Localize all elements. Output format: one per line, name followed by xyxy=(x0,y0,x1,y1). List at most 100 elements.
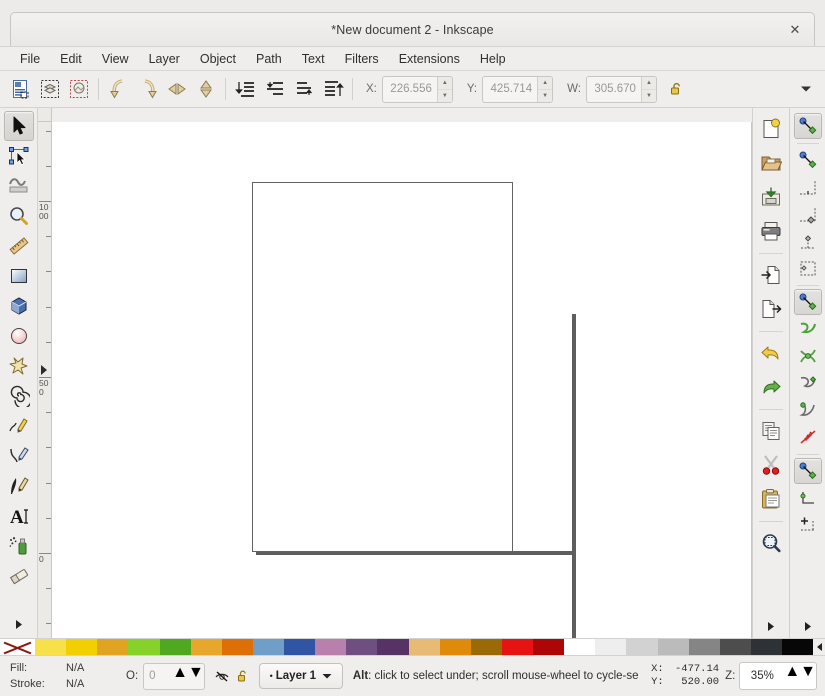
menu-text[interactable]: Text xyxy=(292,49,335,69)
rectangle-tool[interactable] xyxy=(4,261,34,291)
fill-stroke-indicator[interactable]: Fill: N/A Stroke: N/A xyxy=(4,660,122,692)
menu-help[interactable]: Help xyxy=(470,49,516,69)
redo-icon[interactable] xyxy=(756,372,786,402)
new-document-icon[interactable] xyxy=(756,114,786,144)
tweak-tool[interactable] xyxy=(4,171,34,201)
measure-tool[interactable] xyxy=(4,231,34,261)
eraser-tool[interactable] xyxy=(4,561,34,591)
palette-swatch[interactable] xyxy=(782,639,813,655)
x-field[interactable]: ▲▼ xyxy=(382,76,453,103)
palette-swatch[interactable] xyxy=(595,639,626,655)
menu-object[interactable]: Object xyxy=(190,49,246,69)
lock-open-icon[interactable] xyxy=(236,669,251,684)
select-all-icon[interactable] xyxy=(6,75,35,104)
command-bar-overflow-triangle-right-icon[interactable] xyxy=(767,621,775,632)
palette-swatch[interactable] xyxy=(751,639,782,655)
selector-tool[interactable] xyxy=(4,111,34,141)
palette-swatch[interactable] xyxy=(564,639,595,655)
copy-icon[interactable] xyxy=(756,416,786,446)
zoom-down-icon[interactable]: ▼ xyxy=(800,663,816,680)
ruler-corner[interactable] xyxy=(38,108,52,122)
w-field[interactable]: ▲▼ xyxy=(586,76,657,103)
palette-swatch[interactable] xyxy=(502,639,533,655)
menu-view[interactable]: View xyxy=(92,49,139,69)
palette-swatch[interactable] xyxy=(440,639,471,655)
box3d-tool[interactable] xyxy=(4,291,34,321)
palette-swatch[interactable] xyxy=(533,639,564,655)
color-palette[interactable] xyxy=(0,638,825,656)
y-stepper[interactable]: ▲▼ xyxy=(537,77,552,102)
star-tool[interactable] xyxy=(4,351,34,381)
layer-selector[interactable]: • Layer 1 xyxy=(259,663,343,689)
menu-extensions[interactable]: Extensions xyxy=(389,49,470,69)
flip-horizontal-icon[interactable] xyxy=(162,75,191,104)
w-up-icon[interactable]: ▲ xyxy=(642,77,656,90)
menu-edit[interactable]: Edit xyxy=(50,49,92,69)
x-stepper[interactable]: ▲▼ xyxy=(437,77,452,102)
opacity-input[interactable] xyxy=(144,664,172,689)
raise-icon[interactable] xyxy=(289,75,318,104)
palette-swatch[interactable] xyxy=(66,639,97,655)
menu-layer[interactable]: Layer xyxy=(139,49,190,69)
zoom-input[interactable] xyxy=(740,663,784,689)
close-icon[interactable]: ✕ xyxy=(786,21,804,39)
snap-path-intersection-icon[interactable] xyxy=(794,343,822,369)
palette-swatch[interactable] xyxy=(191,639,222,655)
palette-swatch[interactable] xyxy=(626,639,657,655)
snap-smooth-node-icon[interactable] xyxy=(794,397,822,423)
chevron-down-icon[interactable] xyxy=(322,673,332,680)
snap-bar-overflow-triangle-right-icon[interactable] xyxy=(804,621,812,632)
lock-open-icon[interactable] xyxy=(664,76,690,102)
vertical-ruler[interactable]: 10005000 xyxy=(38,122,52,638)
palette-swatch[interactable] xyxy=(689,639,720,655)
y-up-icon[interactable]: ▲ xyxy=(538,77,552,90)
drawing-canvas[interactable] xyxy=(52,122,752,638)
y-input[interactable] xyxy=(483,77,537,102)
snap-object-center-icon[interactable] xyxy=(794,485,822,511)
export-icon[interactable] xyxy=(756,294,786,324)
zoom-tool[interactable] xyxy=(4,201,34,231)
palette-swatch[interactable] xyxy=(658,639,689,655)
rotate-cw-icon[interactable] xyxy=(133,75,162,104)
pencil-tool[interactable] xyxy=(4,411,34,441)
menu-filters[interactable]: Filters xyxy=(335,49,389,69)
snap-midpoint-icon[interactable] xyxy=(794,424,822,450)
toolbar-overflow-chevron-down-icon[interactable] xyxy=(793,76,819,102)
palette-swatch[interactable] xyxy=(97,639,128,655)
menu-path[interactable]: Path xyxy=(246,49,292,69)
undo-icon[interactable] xyxy=(756,338,786,368)
eye-hidden-icon[interactable] xyxy=(215,669,230,684)
bezier-tool[interactable] xyxy=(4,441,34,471)
opacity-down-icon[interactable]: ▼ xyxy=(188,664,204,681)
x-down-icon[interactable]: ▼ xyxy=(438,90,452,102)
save-document-icon[interactable] xyxy=(756,182,786,212)
palette-swatch[interactable] xyxy=(160,639,191,655)
deselect-icon[interactable] xyxy=(64,75,93,104)
snap-cusp-node-icon[interactable] xyxy=(794,370,822,396)
w-down-icon[interactable]: ▼ xyxy=(642,90,656,102)
select-all-layers-icon[interactable] xyxy=(35,75,64,104)
w-stepper[interactable]: ▲▼ xyxy=(641,77,656,102)
snap-bounding-box-icon[interactable] xyxy=(794,147,822,173)
palette-swatch[interactable] xyxy=(284,639,315,655)
open-document-icon[interactable] xyxy=(756,148,786,178)
palette-swatch[interactable] xyxy=(720,639,751,655)
text-tool[interactable]: A xyxy=(4,501,34,531)
toolbox-overflow-triangle-right-icon[interactable] xyxy=(7,614,31,634)
palette-swatch[interactable] xyxy=(346,639,377,655)
palette-swatch[interactable] xyxy=(128,639,159,655)
snap-bbox-edge-icon[interactable] xyxy=(794,174,822,200)
snap-enable-icon[interactable] xyxy=(794,113,822,139)
palette-swatch[interactable] xyxy=(409,639,440,655)
zoom-selection-icon[interactable] xyxy=(756,528,786,558)
zoom-up-icon[interactable]: ▲ xyxy=(784,663,800,680)
print-document-icon[interactable] xyxy=(756,216,786,246)
opacity-field[interactable]: ▲▼ xyxy=(143,663,205,690)
snap-bbox-center-icon[interactable] xyxy=(794,255,822,281)
menu-file[interactable]: File xyxy=(10,49,50,69)
zoom-field[interactable]: ▲▼ xyxy=(739,662,817,690)
snap-others-icon[interactable] xyxy=(794,458,822,484)
x-up-icon[interactable]: ▲ xyxy=(438,77,452,90)
snap-path-icon[interactable] xyxy=(794,316,822,342)
cut-icon[interactable] xyxy=(756,450,786,480)
